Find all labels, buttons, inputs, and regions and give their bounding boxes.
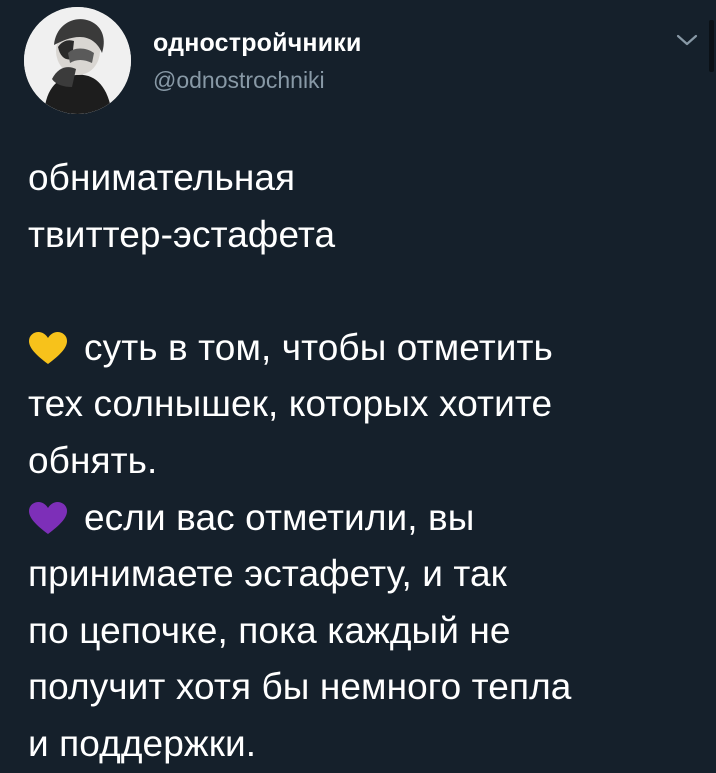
paragraph-2-text-1: если вас отметили, вы xyxy=(84,496,475,538)
paragraph-2-line-5: и поддержки. xyxy=(28,722,257,764)
chevron-down-icon[interactable] xyxy=(674,30,700,50)
tweet-title-line-1: обнимательная xyxy=(28,157,296,198)
paragraph-1-line-1: суть в том, чтобы отметить xyxy=(28,320,700,377)
account-handle[interactable]: @odnostrochniki xyxy=(153,65,362,95)
paragraph-2-line-1: если вас отметили, вы xyxy=(28,490,700,547)
paragraph-2-line-4: получит хотя бы немного тепла xyxy=(28,666,572,708)
paragraph-1-line-3: обнять. xyxy=(28,439,158,481)
paragraph-2-line-2: принимаете эстафету, и так xyxy=(28,553,507,595)
tweet-header: одностройчники @odnostrochniki xyxy=(24,6,362,114)
paragraph-1-line-2: тех солнышек, которых хотите xyxy=(28,383,553,425)
display-name[interactable]: одностройчники xyxy=(153,27,362,59)
account-names: одностройчники @odnostrochniki xyxy=(153,27,362,95)
scrollbar[interactable] xyxy=(709,20,714,72)
tweet-title-line-2: твиттер-эстафета xyxy=(28,213,336,255)
avatar-photo-icon xyxy=(24,6,131,114)
tweet-card: одностройчники @odnostrochniki обнимател… xyxy=(0,0,716,764)
paragraph-1-text-1: суть в том, чтобы отметить xyxy=(84,326,553,368)
avatar[interactable] xyxy=(24,6,131,114)
tweet-text: обнимательная твиттер-эстафета суть в то… xyxy=(28,150,700,773)
paragraph-2-line-3: по цепочке, пока каждый не xyxy=(28,609,511,651)
yellow-heart-icon xyxy=(28,325,68,364)
purple-heart-icon xyxy=(28,495,68,534)
